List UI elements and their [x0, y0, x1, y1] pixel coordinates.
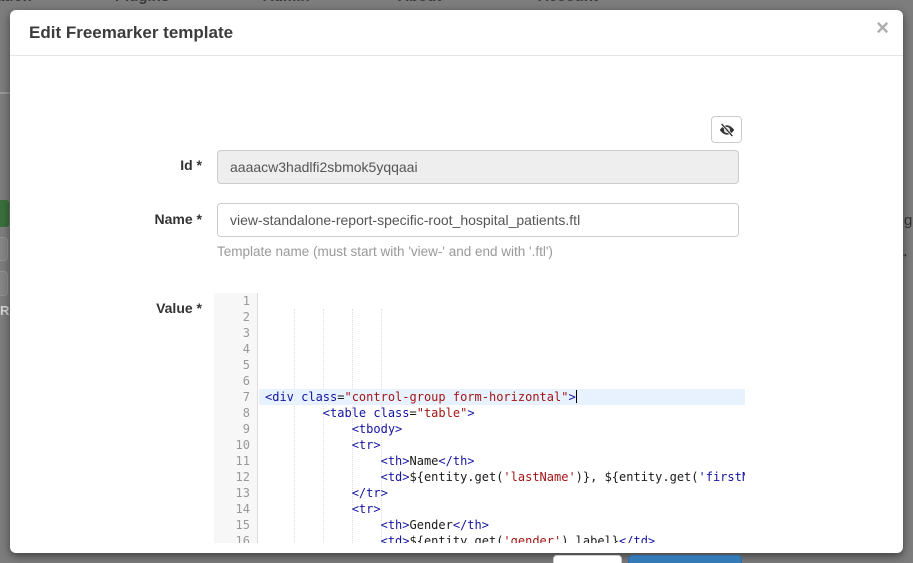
line-number: 6	[214, 373, 257, 389]
backdrop-input-fragment	[0, 237, 8, 261]
name-field[interactable]	[217, 203, 739, 237]
line-number-gutter: 12345678910111213141516	[214, 293, 258, 543]
modal-header: Edit Freemarker template ×	[10, 10, 903, 56]
edit-template-modal: Edit Freemarker template × Id * Name * T…	[10, 10, 903, 553]
name-help-text: Template name (must start with 'view-' a…	[217, 244, 553, 259]
line-number: 4	[214, 341, 257, 357]
nav-fragment: Plugins	[115, 0, 169, 10]
backdrop-text-fragment: →	[903, 246, 909, 260]
backdrop-green-button-fragment	[0, 200, 9, 227]
line-number: 10	[214, 437, 257, 453]
eye-slash-icon	[719, 123, 735, 137]
close-icon[interactable]: ×	[876, 17, 889, 39]
line-number: 11	[214, 453, 257, 469]
backdrop-input-fragment	[0, 271, 8, 296]
line-number: 12	[214, 469, 257, 485]
code-line[interactable]: <th>Gender</th>	[259, 517, 745, 533]
line-number: 3	[214, 325, 257, 341]
line-number: 9	[214, 421, 257, 437]
nav-fragment: Account	[538, 0, 598, 10]
modal-title: Edit Freemarker template	[29, 23, 233, 43]
code-line[interactable]: <tbody>	[259, 421, 745, 437]
cancel-button[interactable]: Cancel	[553, 555, 622, 563]
line-number: 13	[214, 485, 257, 501]
line-number: 16	[214, 533, 257, 543]
code-line[interactable]: <tr>	[259, 501, 745, 517]
code-area[interactable]: <div class="control-group form-horizonta…	[259, 293, 745, 543]
line-number: 7	[214, 389, 257, 405]
backdrop-divider	[0, 92, 10, 94]
save-changes-button[interactable]: Save changes	[628, 555, 742, 563]
nav-fragment: About	[398, 0, 441, 10]
line-number: 15	[214, 517, 257, 533]
code-line[interactable]: <th>Name</th>	[259, 453, 745, 469]
nav-fragment: Admin	[263, 0, 310, 10]
backdrop-text-fragment: g	[904, 212, 912, 229]
code-line[interactable]: <tr>	[259, 437, 745, 453]
code-line[interactable]: </tr>	[259, 485, 745, 501]
line-number: 2	[214, 309, 257, 325]
line-number: 1	[214, 293, 257, 309]
backdrop-text-fragment: R	[0, 303, 9, 318]
line-number: 14	[214, 501, 257, 517]
id-label: Id *	[30, 157, 202, 173]
id-field[interactable]	[217, 150, 739, 184]
name-label: Name *	[30, 211, 202, 227]
code-line[interactable]: <table class="table">	[259, 405, 745, 421]
backdrop-right-strip: g →	[903, 0, 913, 563]
line-number: 8	[214, 405, 257, 421]
code-line[interactable]: <td>${entity.get('gender').label}</td>	[259, 533, 745, 543]
code-line[interactable]: <div class="control-group form-horizonta…	[259, 389, 745, 405]
line-number: 5	[214, 357, 257, 373]
backdrop-left-strip: R	[0, 0, 10, 563]
value-label: Value *	[30, 300, 202, 316]
preview-toggle-button[interactable]	[711, 116, 742, 143]
code-line[interactable]: <td>${entity.get('lastName')}, ${entity.…	[259, 469, 745, 485]
text-cursor	[576, 390, 578, 403]
code-editor[interactable]: 12345678910111213141516 <div class="cont…	[214, 293, 745, 543]
